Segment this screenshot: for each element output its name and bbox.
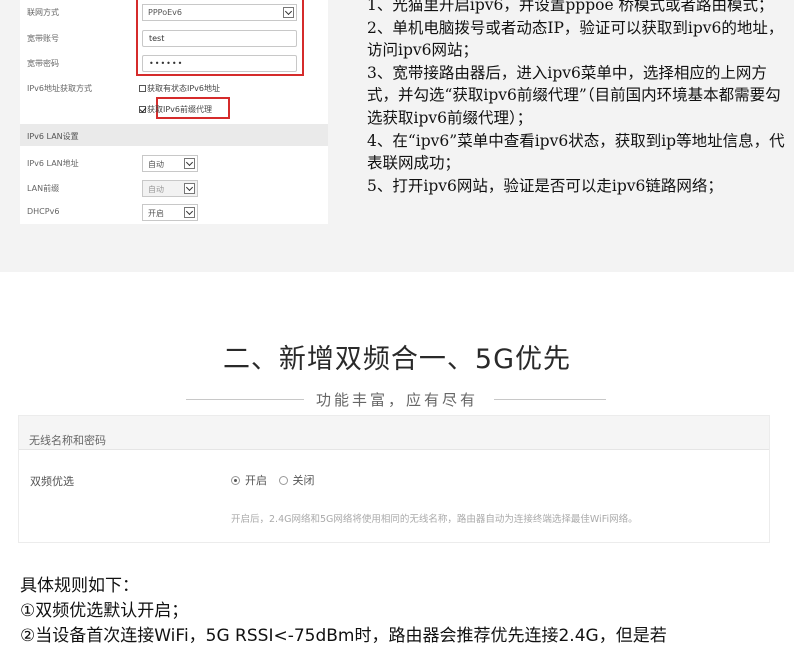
password-label: 宽带密码 [27,59,59,68]
lan-address-value: 自动 [148,160,164,169]
lan-prefix-select[interactable]: 自动 [142,180,198,197]
dual-band-off-radio[interactable]: 关闭 [278,474,323,487]
dual-band-on-radio[interactable]: 开启 [231,474,275,487]
step-item: 5、打开ipv6网站，验证是否可以走ipv6链路网络； [367,176,723,195]
dhcpv6-label: DHCPv6 [27,207,60,216]
chevron-down-icon [184,183,195,194]
step-item: 4、在“ipv6”菜单中查看ipv6状态，获取到ip等地址信息，代表联网成功； [367,131,785,173]
lan-prefix-row: LAN前缀 自动 [20,179,328,199]
radio-unselected-icon [278,476,288,485]
prefix-delegation-checkbox[interactable]: 获取IPv6前缀代理 [139,104,212,115]
connection-type-row: 联网方式 PPPoEv6 [20,3,328,23]
ipv6-address-mode-row: IPv6地址获取方式 获取有状态IPv6地址 [20,79,328,99]
step-item: 2、单机电脑拨号或者动态IP，验证可以获取到ipv6的地址，访问ipv6网站； [367,18,784,60]
chevron-down-icon [283,7,294,18]
checkbox-checked-icon [139,106,146,113]
dhcpv6-select[interactable]: 开启 [142,204,198,221]
lan-address-row: IPv6 LAN地址 自动 [20,154,328,174]
rule-item: ①双频优选默认开启； [20,601,189,621]
ipv6-setup-steps: 1、光猫里开启ipv6，并设置pppoe 桥模式或者路由模式； 2、单机电脑拨号… [367,0,787,197]
lan-address-label: IPv6 LAN地址 [27,159,79,168]
connection-type-label: 联网方式 [27,8,59,17]
connection-type-select[interactable]: PPPoEv6 [142,4,297,21]
account-input[interactable]: test [142,30,297,47]
dual-band-on-label: 开启 [245,474,267,487]
connection-type-value: PPPoEv6 [148,8,182,17]
dhcpv6-value: 开启 [148,209,164,218]
dhcpv6-row: DHCPv6 开启 [20,203,328,223]
ipv6-settings-panel: 联网方式 PPPoEv6 宽带账号 test 宽带密码 •••••• IPv6地… [20,0,328,224]
dual-band-radio-group: 开启 关闭 [231,472,323,488]
section-subtitle: 功能丰富，应有尽有 [315,391,478,409]
chevron-down-icon [184,158,195,169]
lan-prefix-label: LAN前缀 [27,184,60,193]
ipv6-address-mode-label: IPv6地址获取方式 [27,84,93,93]
prefix-delegation-label: 获取IPv6前缀代理 [147,105,213,114]
lan-prefix-value: 自动 [148,185,164,194]
wireless-settings-panel: 无线名称和密码 双频优选 开启 关闭 开启后，2.4G网络和5G网络将使用相同的… [18,415,770,543]
lan-section-title: IPv6 LAN设置 [20,124,328,146]
checkbox-unchecked-icon [139,85,146,92]
account-row: 宽带账号 test [20,29,328,49]
account-label: 宽带账号 [27,34,59,43]
subtitle-divider-right [494,399,606,400]
step-item: 1、光猫里开启ipv6，并设置pppoe 桥模式或者路由模式； [367,0,774,14]
rules-intro: 具体规则如下： [20,576,139,596]
radio-selected-icon [231,476,240,485]
lan-address-select[interactable]: 自动 [142,155,198,172]
password-input[interactable]: •••••• [142,55,297,72]
chevron-down-icon [184,207,195,218]
dual-band-label: 双频优选 [30,475,74,488]
dual-band-off-label: 关闭 [292,474,315,487]
section-headline: 二、新增双频合一、5G优先 [222,344,572,375]
step-item: 3、宽带接路由器后，进入ipv6菜单中，选择相应的上网方式，并勾选“获取ipv6… [367,63,781,127]
dual-band-hint: 开启后，2.4G网络和5G网络将使用相同的无线名称，路由器自动为连接终端选择最佳… [231,514,638,525]
stateful-address-checkbox[interactable]: 获取有状态IPv6地址 [139,83,220,94]
rule-item: ②当设备首次连接WiFi，5G RSSI<-75dBm时，路由器会推荐优先连接2… [20,626,667,646]
top-section: 联网方式 PPPoEv6 宽带账号 test 宽带密码 •••••• IPv6地… [0,0,794,272]
password-row: 宽带密码 •••••• [20,54,328,74]
rules-section: 具体规则如下： ①双频优选默认开启； ②当设备首次连接WiFi，5G RSSI<… [20,574,790,647]
wireless-panel-title: 无线名称和密码 [19,416,769,450]
stateful-address-label: 获取有状态IPv6地址 [147,84,221,93]
